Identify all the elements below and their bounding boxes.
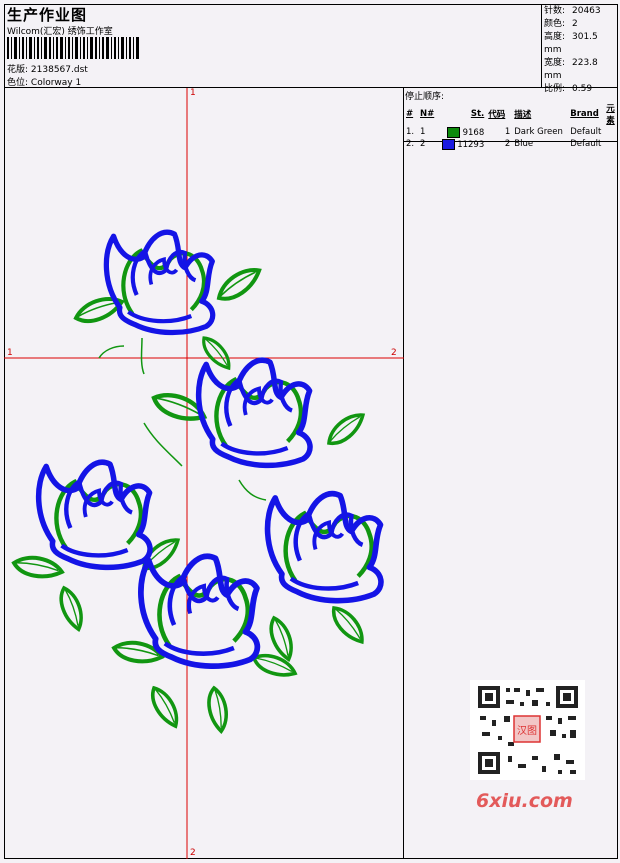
stamp-text: 汉图 <box>517 725 537 737</box>
axis-label-right: 2 <box>391 348 397 358</box>
color-swatch-green <box>446 126 460 138</box>
colorway: 色位: Colorway 1 <box>7 75 81 88</box>
axis-label-top: 1 <box>190 88 196 98</box>
color-table: # N# St. 代码 描述 Brand 元素 1. 1 9168 1 Dark… <box>404 102 618 150</box>
header-divider <box>541 4 542 88</box>
qr-code-icon: 汉图 <box>470 680 585 780</box>
stat-colors: 颜色: 2 <box>544 19 578 29</box>
design-canvas: 1 2 1 2 <box>4 88 404 859</box>
rose-top <box>71 232 267 376</box>
embroidery-preview <box>4 88 404 859</box>
watermark-text: 6xiu.com <box>476 790 573 812</box>
stat-width: 宽度: 223.8 mm <box>544 58 598 81</box>
barcode-icon <box>7 37 139 59</box>
table-row: 1. 1 9168 1 Dark Green Default <box>406 126 602 138</box>
stat-height: 高度: 301.5 mm <box>544 32 598 55</box>
rose-bottom <box>110 556 300 734</box>
color-table-header: # N# St. 代码 描述 Brand 元素 <box>406 104 615 126</box>
stop-sequence-panel: 停止顺序: # N# St. 代码 描述 Brand 元素 1. 1 9168 … <box>404 88 618 150</box>
design-file: 花版: 2138567.dst <box>7 62 88 75</box>
color-swatch-blue <box>441 138 455 150</box>
page-subtitle: Wilcom(汇宏) 绣饰工作室 <box>7 27 113 37</box>
stop-sequence-title: 停止顺序: <box>405 92 445 102</box>
header: 生产作业图 Wilcom(汇宏) 绣饰工作室 花版: 2138567.dst 色… <box>4 4 618 94</box>
rose-right <box>268 494 381 664</box>
axis-label-bottom: 2 <box>190 848 196 858</box>
axis-label-left: 1 <box>7 348 13 358</box>
page-title: 生产作业图 <box>7 6 88 24</box>
colorway-value: Colorway 1 <box>30 78 82 88</box>
rose-middle-right <box>143 360 371 501</box>
table-row: 2. 2 11293 2 Blue Default <box>406 138 602 150</box>
colorway-label: 色位: <box>7 78 29 88</box>
design-stats: 针数: 20463 颜色: 2 高度: 301.5 mm 宽度: 223.8 mm 比例… <box>544 5 618 96</box>
stat-stitches: 针数: 20463 <box>544 6 601 16</box>
design-value: 2138567.dst <box>30 65 88 75</box>
design-label: 花版: <box>7 65 29 75</box>
